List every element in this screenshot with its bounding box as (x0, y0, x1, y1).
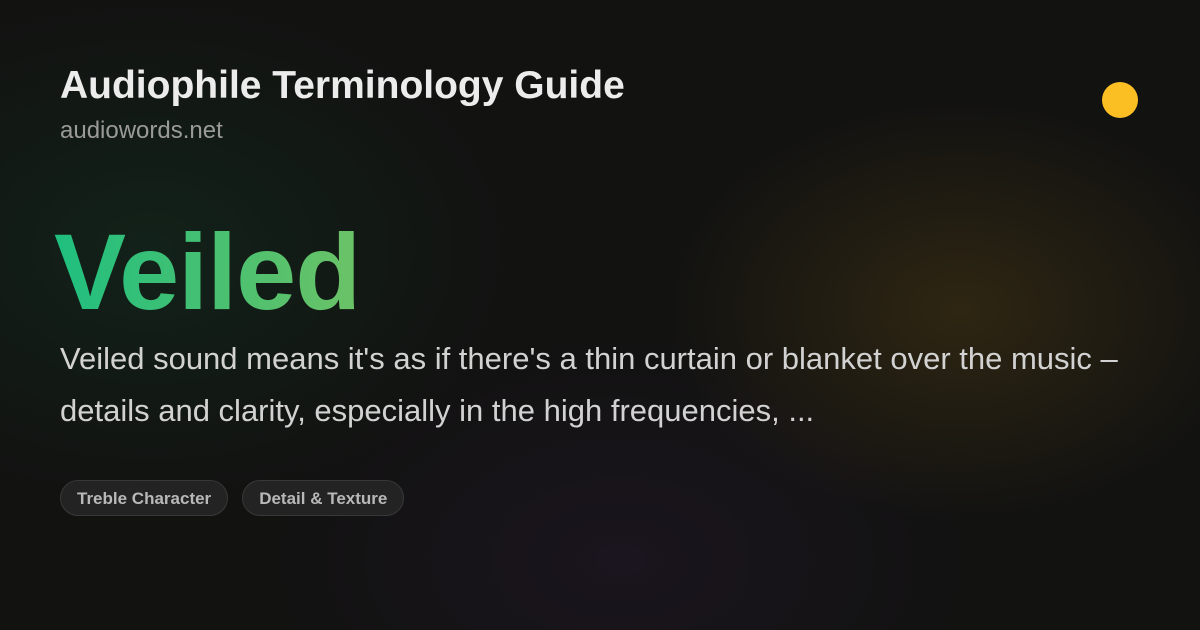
tag-list: Treble Character Detail & Texture (60, 480, 405, 516)
term-definition: Veiled sound means it's as if there's a … (60, 341, 1118, 428)
term-heading: Veiled (54, 211, 361, 332)
status-dot-icon (1102, 82, 1138, 118)
tag-detail-texture[interactable]: Detail & Texture (242, 480, 405, 516)
site-title: Audiophile Terminology Guide (60, 64, 625, 107)
tag-treble-character[interactable]: Treble Character (60, 480, 229, 516)
share-card: Audiophile Terminology Guide audiowords.… (0, 0, 1200, 630)
site-domain: audiowords.net (60, 117, 223, 144)
